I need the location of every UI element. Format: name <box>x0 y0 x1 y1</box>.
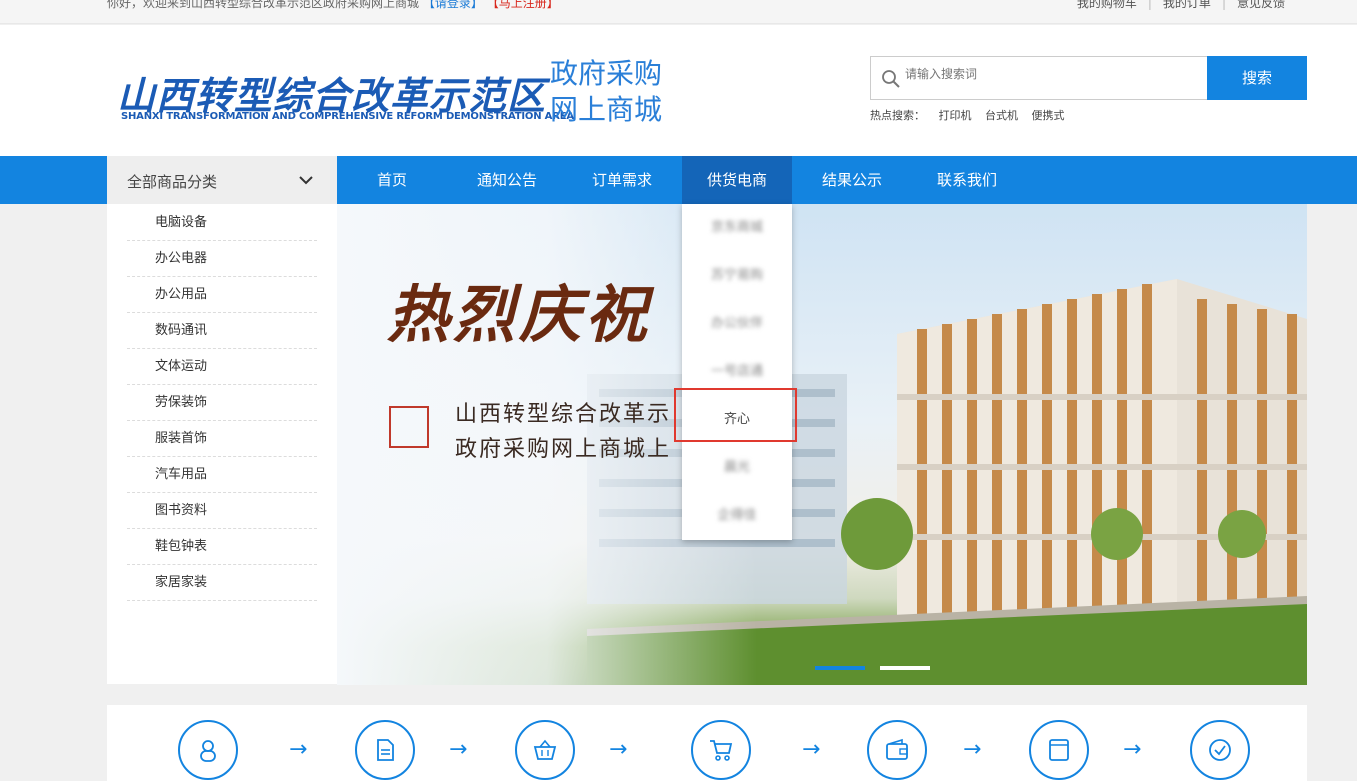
mall-title-line2: 网上商城 <box>550 93 663 126</box>
nav-contact[interactable]: 联系我们 <box>912 156 1022 204</box>
category-item[interactable]: 数码通讯 <box>127 313 317 349</box>
highlight-box <box>674 388 797 442</box>
dropdown-item[interactable]: 京东商城 <box>682 204 792 252</box>
hero-banner[interactable]: 热烈庆祝 山西转型综合改革示 政府采购网上商城上 <box>337 204 1307 685</box>
nav-home[interactable]: 首页 <box>337 156 447 204</box>
category-sidebar: 电脑设备 办公电器 办公用品 数码通讯 文体运动 劳保装饰 服装首饰 汽车用品 … <box>107 204 337 684</box>
nav-suppliers[interactable]: 供货电商 <box>682 156 792 204</box>
category-item[interactable]: 电脑设备 <box>127 205 317 241</box>
category-item[interactable]: 办公电器 <box>127 241 317 277</box>
purchase-flow: → → → → → → <box>107 705 1307 781</box>
arrow-icon: → <box>449 737 468 762</box>
box-icon <box>1049 739 1069 761</box>
step-receive[interactable] <box>1029 720 1089 780</box>
site-header: 山西转型综合改革示范区 SHANXI TRANSFORMATION AND CO… <box>0 25 1357 156</box>
step-login[interactable] <box>178 720 238 780</box>
dropdown-item[interactable]: 办公伙伴 <box>682 300 792 348</box>
category-item[interactable]: 鞋包钟表 <box>127 529 317 565</box>
chevron-down-icon <box>299 176 313 185</box>
step-pay[interactable] <box>867 720 927 780</box>
top-links: 我的购物车 | 我的订单 | 意见反馈 <box>1077 0 1285 11</box>
welcome-message: 你好，欢迎来到山西转型综合改革示范区政府采购网上商城 【请登录】 【马上注册】 <box>107 0 559 11</box>
search-box <box>870 56 1208 100</box>
category-item[interactable]: 服装首饰 <box>127 421 317 457</box>
welcome-text: 你好，欢迎来到山西转型综合改革示范区政府采购网上商城 <box>107 0 420 10</box>
dropdown-item[interactable]: 晨光 <box>682 444 792 492</box>
arrow-icon: → <box>963 737 982 762</box>
register-link[interactable]: 【马上注册】 <box>487 0 559 10</box>
carousel-indicator-active[interactable] <box>815 666 865 670</box>
category-item[interactable]: 家居家装 <box>127 565 317 601</box>
feedback-link[interactable]: 意见反馈 <box>1237 0 1285 10</box>
category-item[interactable]: 劳保装饰 <box>127 385 317 421</box>
arrow-icon: → <box>289 737 308 762</box>
check-icon <box>1209 739 1231 761</box>
search-button[interactable]: 搜索 <box>1207 56 1307 100</box>
top-bar: 你好，欢迎来到山西转型综合改革示范区政府采购网上商城 【请登录】 【马上注册】 … <box>0 0 1357 24</box>
user-icon <box>200 740 216 762</box>
category-menu-label: 全部商品分类 <box>127 173 218 191</box>
arrow-icon: → <box>1123 737 1142 762</box>
dropdown-item[interactable]: 苏宁易购 <box>682 252 792 300</box>
hot-search-item[interactable]: 打印机 <box>939 109 972 122</box>
dropdown-item[interactable]: 企得佳 <box>682 492 792 540</box>
category-menu-toggle[interactable]: 全部商品分类 <box>107 156 337 204</box>
search-input[interactable] <box>905 67 1195 81</box>
cart-icon <box>710 740 733 761</box>
login-link[interactable]: 【请登录】 <box>423 0 483 10</box>
arrow-icon: → <box>802 737 821 762</box>
category-item[interactable]: 办公用品 <box>127 277 317 313</box>
hot-search: 热点搜索： 打印机 台式机 便携式 <box>870 107 1065 123</box>
nav-order-demand[interactable]: 订单需求 <box>567 156 677 204</box>
basket-icon <box>533 739 557 760</box>
my-cart-link[interactable]: 我的购物车 <box>1077 0 1137 10</box>
search-icon <box>882 70 900 88</box>
my-orders-link[interactable]: 我的订单 <box>1163 0 1211 10</box>
wallet-icon <box>886 738 908 760</box>
mall-title: 政府采购 网上商城 <box>550 56 662 128</box>
category-item[interactable]: 图书资料 <box>127 493 317 529</box>
nav-notices[interactable]: 通知公告 <box>452 156 562 204</box>
step-basket[interactable] <box>515 720 575 780</box>
logo-subtitle-en: SHANXI TRANSFORMATION AND COMPREHENSIVE … <box>121 111 574 122</box>
step-document[interactable] <box>355 720 415 780</box>
category-item[interactable]: 文体运动 <box>127 349 317 385</box>
carousel-indicator[interactable] <box>880 666 930 670</box>
mall-title-line1: 政府采购 <box>550 57 663 90</box>
banner-title: 热烈庆祝 <box>387 278 652 351</box>
banner-line2: 政府采购网上商城上 <box>455 437 672 462</box>
hot-search-item[interactable]: 台式机 <box>985 109 1018 122</box>
step-complete[interactable] <box>1190 720 1250 780</box>
category-item[interactable]: 汽车用品 <box>127 457 317 493</box>
hot-search-label: 热点搜索： <box>870 109 925 122</box>
step-cart[interactable] <box>691 720 751 780</box>
suppliers-dropdown: 京东商城 苏宁易购 办公伙伴 一号店通 齐心 晨光 企得佳 <box>682 204 792 540</box>
document-icon <box>377 739 394 761</box>
nav-results[interactable]: 结果公示 <box>797 156 907 204</box>
banner-line1: 山西转型综合改革示 <box>455 402 672 427</box>
hot-search-item[interactable]: 便携式 <box>1032 109 1065 122</box>
seal-logo <box>389 406 429 448</box>
arrow-icon: → <box>609 737 628 762</box>
